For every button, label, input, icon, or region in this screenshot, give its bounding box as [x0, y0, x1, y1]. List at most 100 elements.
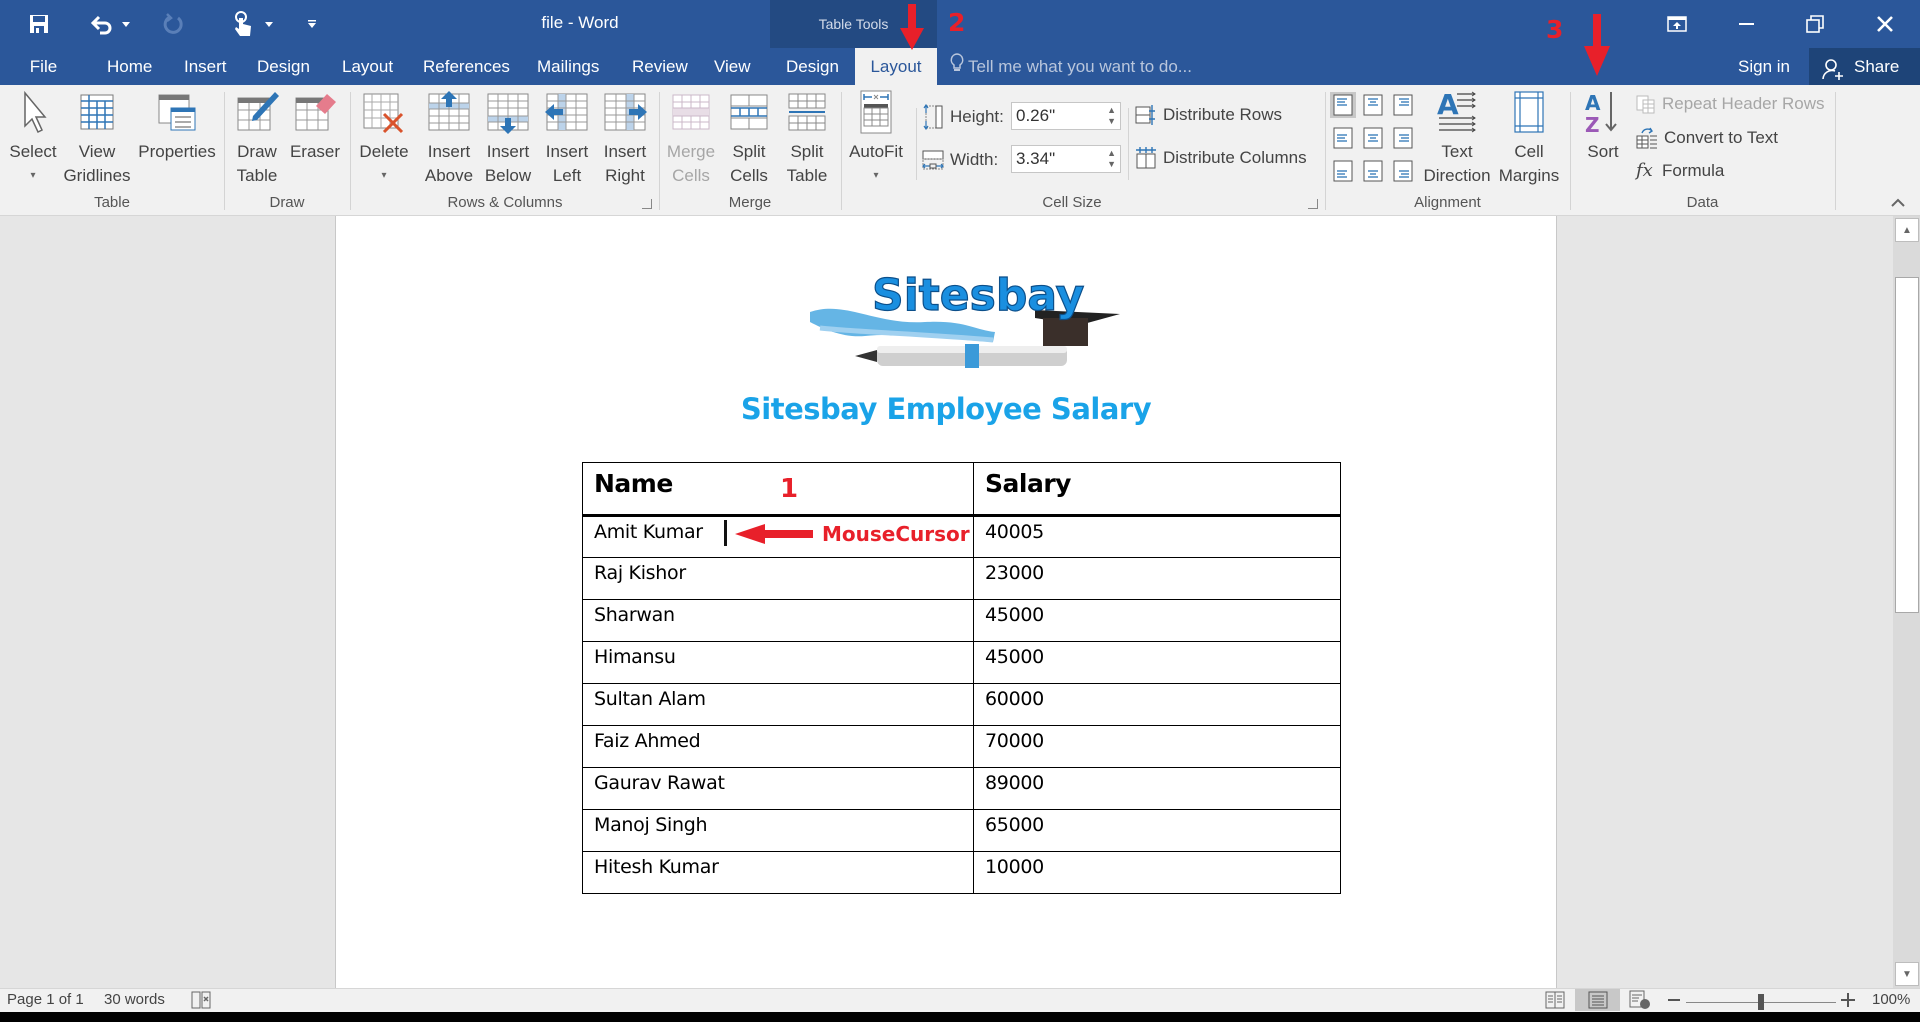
tab-insert[interactable]: Insert: [184, 48, 227, 85]
cell-size-dialog-launcher-icon[interactable]: [1308, 199, 1318, 209]
align-middle-right-button[interactable]: [1390, 125, 1416, 151]
table-row: Raj Kishor 23000: [582, 557, 1341, 600]
share-button[interactable]: Share: [1809, 48, 1920, 85]
cell-name[interactable]: Manoj Singh: [582, 809, 974, 852]
screen-bottom-edge: [0, 1012, 1920, 1022]
height-spinner[interactable]: ▲ ▼: [1107, 105, 1116, 127]
cell-name[interactable]: Sharwan: [582, 599, 974, 642]
word-count[interactable]: 30 words: [104, 991, 165, 1008]
align-bottom-right-button[interactable]: [1390, 158, 1416, 184]
text-direction-button[interactable]: A Text Direction: [1420, 90, 1494, 188]
tell-me-search[interactable]: Tell me what you want to do...: [950, 48, 1192, 85]
convert-to-text-button[interactable]: Convert to Text: [1636, 127, 1778, 149]
distribute-rows-button[interactable]: Distribute Rows: [1135, 104, 1282, 126]
group-label-data: Data: [1686, 194, 1719, 211]
split-cells-button[interactable]: Split Cells: [720, 90, 778, 188]
tab-design[interactable]: Design: [257, 48, 310, 85]
delete-table-icon: [363, 93, 404, 134]
ribbon-display-options-icon[interactable]: [1642, 0, 1712, 48]
delete-button[interactable]: Delete ▾: [354, 90, 414, 188]
cell-salary[interactable]: 60000: [973, 683, 1341, 726]
cell-salary[interactable]: 23000: [973, 557, 1341, 600]
select-button[interactable]: Select ▾: [6, 90, 60, 188]
distribute-columns-button[interactable]: Distribute Columns: [1135, 147, 1307, 169]
scrollbar-thumb[interactable]: [1895, 277, 1919, 613]
cell-name[interactable]: Sultan Alam: [582, 683, 974, 726]
merge-cells-button[interactable]: Merge Cells: [662, 90, 720, 188]
read-mode-icon[interactable]: [1540, 989, 1570, 1011]
row-height-icon: [923, 104, 943, 130]
tab-mailings[interactable]: Mailings: [537, 48, 599, 85]
cell-margins-button[interactable]: Cell Margins: [1494, 90, 1564, 188]
view-gridlines-button[interactable]: View Gridlines: [62, 90, 132, 188]
tab-review[interactable]: Review: [632, 48, 688, 85]
autofit-button[interactable]: AutoFit ▾: [843, 90, 909, 188]
sort-button[interactable]: AZ Sort: [1578, 90, 1628, 164]
align-bottom-left-button[interactable]: [1330, 158, 1356, 184]
table-header-row: Name Salary: [582, 462, 1341, 517]
tab-table-layout[interactable]: Layout: [855, 48, 937, 85]
scroll-up-icon[interactable]: ▲: [1895, 218, 1919, 242]
cell-salary[interactable]: 70000: [973, 725, 1341, 768]
scroll-down-icon[interactable]: ▼: [1895, 962, 1919, 986]
group-separator: [1325, 92, 1326, 210]
page-count[interactable]: Page 1 of 1: [7, 991, 84, 1008]
align-middle-left-button[interactable]: [1330, 125, 1356, 151]
proofing-icon[interactable]: [190, 989, 214, 1011]
print-layout-icon[interactable]: [1575, 989, 1620, 1011]
cell-salary[interactable]: 45000: [973, 641, 1341, 684]
cell-name[interactable]: Gaurav Rawat: [582, 767, 974, 810]
align-middle-center-button[interactable]: [1360, 125, 1386, 151]
align-bottom-center-button[interactable]: [1360, 158, 1386, 184]
tab-view[interactable]: View: [714, 48, 751, 85]
insert-above-button[interactable]: Insert Above: [420, 90, 478, 188]
cell-salary[interactable]: 89000: [973, 767, 1341, 810]
collapse-ribbon-icon[interactable]: [1890, 195, 1908, 209]
tab-layout[interactable]: Layout: [342, 48, 393, 85]
cell-name[interactable]: Himansu: [582, 641, 974, 684]
close-icon[interactable]: [1850, 0, 1920, 48]
sign-in-link[interactable]: Sign in: [1738, 48, 1790, 85]
zoom-out-icon[interactable]: [1667, 989, 1681, 1011]
cell-salary[interactable]: 45000: [973, 599, 1341, 642]
zoom-in-icon[interactable]: [1841, 989, 1855, 1011]
tab-home[interactable]: Home: [107, 48, 152, 85]
web-layout-icon[interactable]: [1625, 989, 1655, 1011]
restore-icon[interactable]: [1780, 0, 1850, 48]
header-name[interactable]: Name: [582, 462, 974, 517]
insert-below-button[interactable]: Insert Below: [479, 90, 537, 188]
align-top-right-button[interactable]: [1390, 92, 1416, 118]
formula-button[interactable]: fx Formula: [1636, 160, 1724, 181]
cell-salary[interactable]: 40005: [973, 515, 1341, 558]
minimize-icon[interactable]: [1712, 0, 1782, 48]
eraser-button[interactable]: Eraser: [287, 90, 343, 164]
cell-name[interactable]: Faiz Ahmed: [582, 725, 974, 768]
repeat-header-rows-button[interactable]: Repeat Header Rows: [1636, 94, 1825, 114]
cell-salary[interactable]: 10000: [973, 851, 1341, 894]
width-input[interactable]: 3.34" ▲ ▼: [1011, 145, 1121, 173]
align-top-left-button[interactable]: [1330, 92, 1356, 118]
group-separator: [841, 92, 842, 210]
cell-name[interactable]: Hitesh Kumar: [582, 851, 974, 894]
width-spinner[interactable]: ▲ ▼: [1107, 148, 1116, 170]
tab-file[interactable]: File: [0, 48, 87, 85]
properties-button[interactable]: Properties: [135, 90, 219, 164]
cell-name[interactable]: Raj Kishor: [582, 557, 974, 600]
tab-table-design[interactable]: Design: [770, 48, 855, 85]
autofit-icon: [860, 90, 892, 134]
align-top-center-button[interactable]: [1360, 92, 1386, 118]
height-input[interactable]: 0.26" ▲ ▼: [1011, 102, 1121, 130]
insert-left-button[interactable]: Insert Left: [538, 90, 596, 188]
draw-table-button[interactable]: Draw Table: [231, 90, 283, 188]
insert-right-button[interactable]: Insert Right: [596, 90, 654, 188]
share-label: Share: [1854, 57, 1900, 76]
tab-references[interactable]: References: [423, 48, 510, 85]
split-table-button[interactable]: Split Table: [778, 90, 836, 188]
zoom-percent[interactable]: 100%: [1872, 991, 1910, 1008]
annotation-arrow-down-2-icon: [900, 4, 924, 50]
zoom-slider-thumb[interactable]: [1758, 994, 1764, 1010]
table-row: Faiz Ahmed 70000: [582, 725, 1341, 768]
cell-salary[interactable]: 65000: [973, 809, 1341, 852]
header-salary[interactable]: Salary: [973, 462, 1341, 517]
rows-columns-dialog-launcher-icon[interactable]: [642, 199, 652, 209]
